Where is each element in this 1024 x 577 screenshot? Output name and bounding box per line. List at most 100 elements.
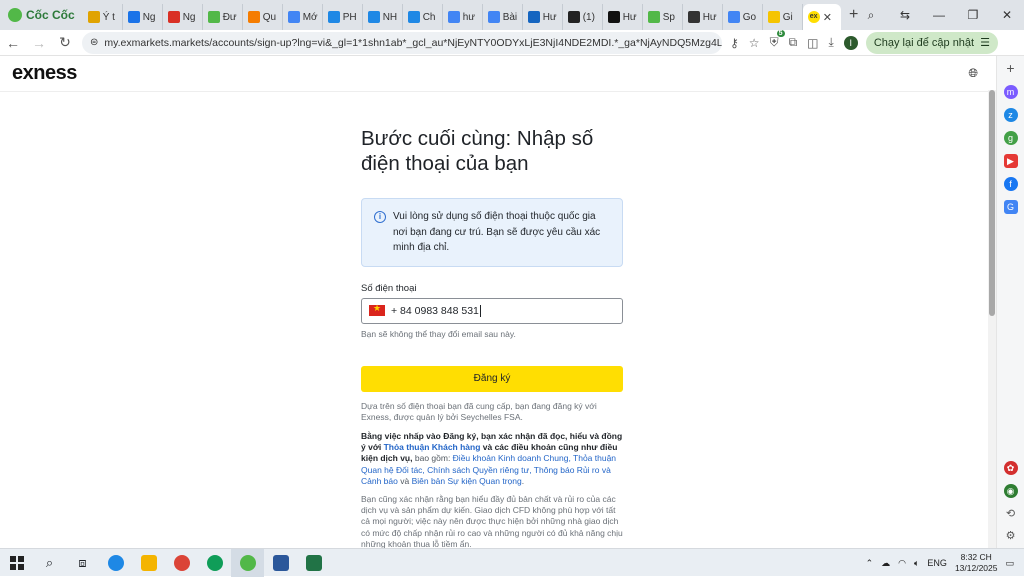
start-button[interactable] — [0, 549, 33, 577]
tab-7[interactable]: NH — [363, 4, 403, 30]
key-facts-link[interactable]: Biên bản Sự kiện Quan trọng — [412, 476, 522, 486]
tab-17[interactable]: Gi — [763, 4, 803, 30]
tab-8[interactable]: Ch — [403, 4, 443, 30]
tab-9[interactable]: hư — [443, 4, 483, 30]
back-arrow-icon[interactable]: ← — [0, 35, 26, 51]
tab-active[interactable]: ex ✕ — [802, 4, 841, 30]
profile-avatar[interactable]: I — [843, 35, 858, 50]
tab-favicon-icon — [87, 11, 100, 23]
zalo-icon[interactable]: z — [1003, 108, 1018, 122]
tab-4[interactable]: Qu — [243, 4, 283, 30]
url-field[interactable]: ⊜ my.exmarkets.markets/accounts/sign-up?… — [82, 31, 722, 54]
tab-label: Hư — [702, 11, 717, 23]
tab-13[interactable]: Hư — [603, 4, 643, 30]
register-button[interactable]: Đăng ký — [361, 365, 623, 392]
tab-favicon-icon — [607, 11, 620, 23]
client-agreement-link[interactable]: Thỏa thuận Khách hàng — [384, 442, 481, 452]
tab-favicon-icon — [207, 11, 220, 23]
tab-5[interactable]: Mớ — [283, 4, 323, 30]
tab-11[interactable]: Hư — [523, 4, 563, 30]
excel-icon[interactable] — [297, 549, 330, 577]
language-globe-icon[interactable]: 🌐︎ — [968, 66, 978, 81]
maximize-button[interactable]: ❐ — [956, 8, 990, 22]
volume-icon[interactable]: 🔈︎ — [914, 558, 919, 569]
search-icon[interactable]: ⌕ — [33, 549, 66, 577]
notifications-icon[interactable]: ▭ — [1005, 558, 1014, 569]
tab-0[interactable]: Ý t — [83, 4, 123, 30]
scrollbar-thumb[interactable] — [989, 90, 995, 316]
sidebar-add-icon[interactable]: + — [1006, 60, 1014, 76]
window-controls: ⌕ ⇆ — ❐ ✕ — [854, 0, 1024, 30]
tab-favicon-icon — [367, 11, 380, 23]
reload-icon[interactable]: ↻ — [52, 34, 78, 51]
text-cursor — [479, 304, 481, 317]
forward-arrow-icon[interactable]: → — [26, 35, 52, 51]
relaunch-update-button[interactable]: Chạy lại để cập nhật ☰ — [865, 31, 998, 54]
tab-label: Bài — [502, 11, 518, 23]
game-icon[interactable]: g — [1003, 131, 1018, 145]
info-icon: i — [374, 211, 386, 223]
exness-logo[interactable]: exness — [12, 62, 77, 85]
downloads-icon[interactable]: ⤓ — [829, 35, 834, 50]
history-icon[interactable]: ⟲ — [1006, 507, 1015, 520]
youtube-icon[interactable]: ▶ — [1003, 154, 1018, 168]
agreement-includes: bao gồm: — [412, 453, 453, 464]
tab-14[interactable]: Sp — [643, 4, 683, 30]
clock[interactable]: 8:32 CH 13/12/2025 — [955, 552, 998, 574]
tab-6[interactable]: PH — [323, 4, 363, 30]
tab-favicon-icon — [167, 11, 180, 23]
tab-2[interactable]: Ng — [163, 4, 203, 30]
vietnam-flag-icon[interactable] — [369, 303, 385, 316]
sidebar-ext-green-icon[interactable]: ◉ — [1003, 484, 1018, 498]
extension-shield-icon[interactable]: ⛨ 5 — [770, 30, 785, 50]
minimize-button[interactable]: — — [922, 8, 956, 22]
tab-label: Gi — [782, 11, 793, 23]
tab-label: Sp — [662, 11, 675, 23]
language-indicator[interactable]: ENG — [927, 558, 947, 568]
file-explorer-icon[interactable] — [132, 549, 165, 577]
tab-16[interactable]: Go — [723, 4, 763, 30]
tab-label: Hư — [542, 11, 557, 23]
close-tab-icon[interactable]: ✕ — [823, 11, 832, 24]
tab-favicon-icon — [487, 11, 500, 23]
wifi-icon[interactable]: ◠ — [898, 558, 906, 569]
tab-favicon-icon — [687, 11, 700, 23]
agreement-end: . — [521, 475, 525, 486]
residency-notice: i Vui lòng sử dụng số điện thoại thuộc q… — [361, 198, 623, 267]
menu-icon[interactable]: ☰ — [980, 36, 990, 49]
translate-icon[interactable]: G — [1003, 200, 1018, 214]
tab-12[interactable]: (1) — [563, 4, 603, 30]
edge-icon[interactable] — [99, 549, 132, 577]
browser-brand[interactable]: Cốc Cốc — [0, 0, 83, 30]
word-icon[interactable] — [264, 549, 297, 577]
extensions-puzzle-icon[interactable]: ⧉ — [789, 35, 798, 50]
clock-date: 13/12/2025 — [954, 563, 998, 573]
coccoc-taskbar-icon[interactable] — [231, 548, 264, 577]
site-info-icon[interactable]: ⊜ — [90, 37, 98, 48]
facebook-icon[interactable]: f — [1003, 177, 1018, 191]
phone-input[interactable]: + 84 0983 848 531 — [361, 297, 623, 324]
chrome-profile-icon[interactable] — [198, 549, 231, 577]
notice-text: Vui lòng sử dụng số điện thoại thuộc quố… — [393, 211, 601, 253]
tab-15[interactable]: Hư — [683, 4, 723, 30]
close-window-button[interactable]: ✕ — [990, 8, 1024, 22]
tray-chevron-icon[interactable]: ⌃ — [866, 558, 874, 569]
tab-search-icon[interactable]: ⌕ — [854, 8, 888, 23]
messenger-icon[interactable]: m — [1003, 85, 1018, 99]
chrome-icon[interactable] — [165, 549, 198, 577]
tab-10[interactable]: Bài — [483, 4, 523, 30]
settings-gear-icon[interactable]: ⚙ — [1006, 529, 1016, 542]
back-history-icon[interactable]: ⇆ — [888, 8, 922, 22]
password-key-icon[interactable]: ⚷ — [730, 36, 739, 50]
tab-3[interactable]: Đư — [203, 4, 243, 30]
split-view-icon[interactable]: ◫ — [807, 36, 818, 50]
task-view-icon[interactable]: ⧈ — [66, 549, 99, 577]
tab-label: Ý t — [102, 11, 115, 23]
cloud-icon[interactable]: ☁ — [881, 558, 890, 569]
tab-favicon-icon — [447, 11, 460, 23]
sidebar-ext-red-icon[interactable]: ✿ — [1003, 461, 1018, 475]
page-scrollbar[interactable] — [988, 90, 996, 548]
windows-taskbar: ⌕ ⧈ ⌃ ☁ ◠ 🔈︎ ENG 8:32 CH 13/12/2025 ▭ — [0, 548, 1024, 577]
bookmark-star-icon[interactable]: ☆ — [749, 36, 760, 50]
tab-1[interactable]: Ng — [123, 4, 163, 30]
